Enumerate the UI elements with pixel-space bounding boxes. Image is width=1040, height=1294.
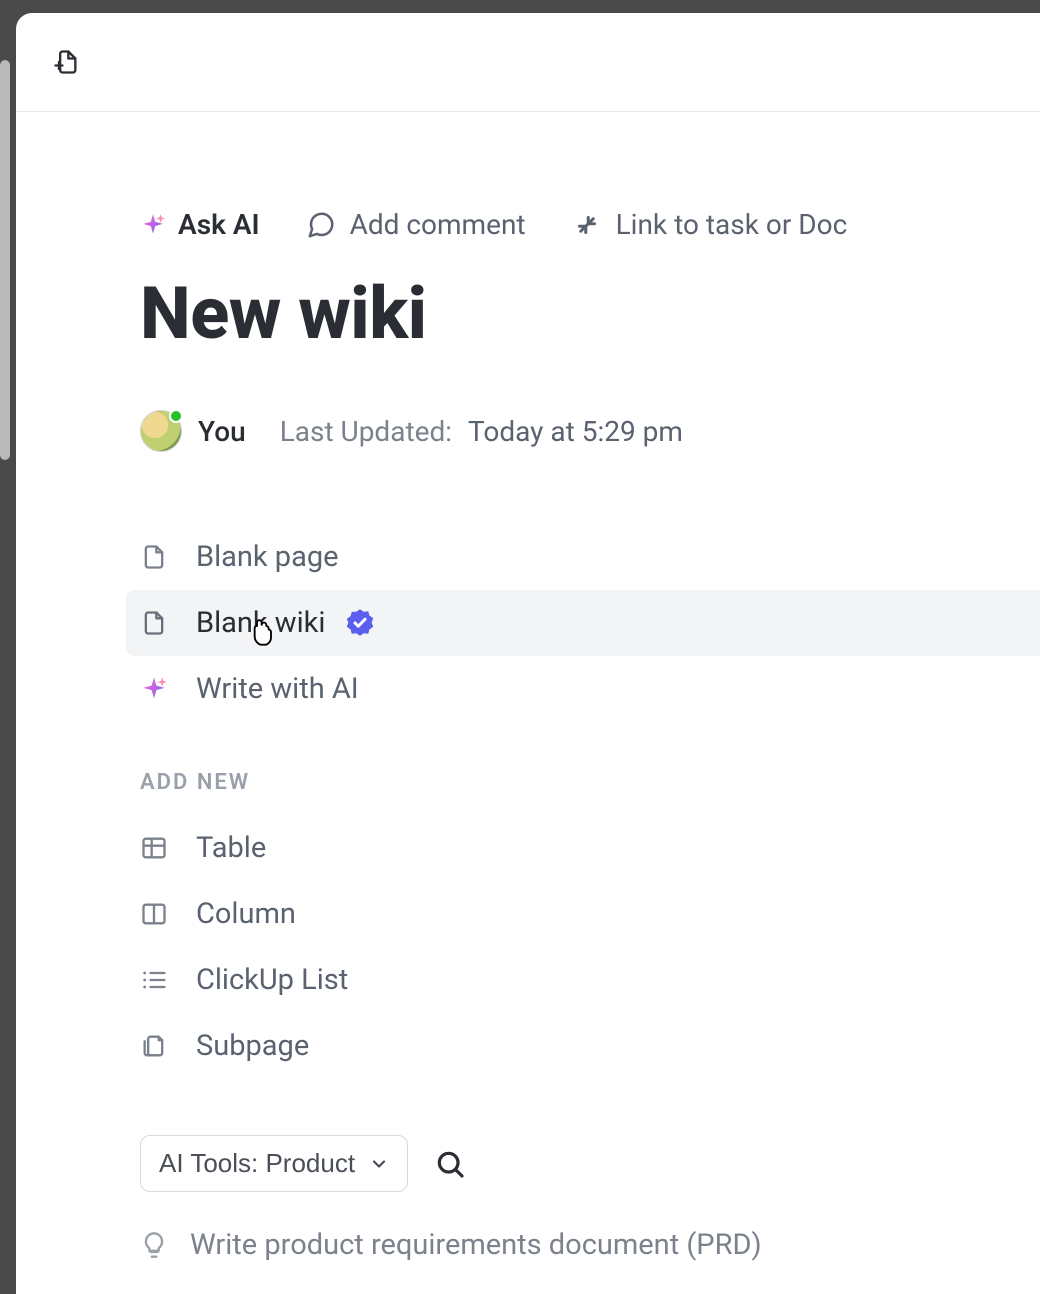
link-arrows-icon [572,210,602,240]
option-blank-page[interactable]: Blank page [140,524,1040,590]
option-write-ai[interactable]: Write with AI [140,656,1040,722]
column-icon [140,900,168,928]
doc-modal: Ask AI Add comment [16,13,1040,1294]
verified-badge-icon [345,608,375,638]
add-new-label: Column [196,897,296,931]
new-doc-icon[interactable] [52,48,80,76]
presence-indicator [169,409,183,423]
search-button[interactable] [434,1148,466,1180]
link-label: Link to task or Doc [616,208,848,241]
subpage-icon [140,1032,168,1060]
action-row: Ask AI Add comment [140,208,1040,241]
avatar[interactable] [140,410,182,452]
option-label: Blank wiki [196,606,325,640]
table-icon [140,834,168,862]
sparkle-icon [140,675,168,703]
updated-value: Today at 5:29 pm [468,415,683,448]
author-name[interactable]: You [198,415,246,448]
ask-ai-button[interactable]: Ask AI [140,208,260,241]
page-icon [140,543,168,571]
template-options: Blank page Blank wiki [140,524,1040,722]
add-new-label: Subpage [196,1029,309,1063]
topbar [16,13,1040,112]
page-icon [140,609,168,637]
add-new-heading: ADD NEW [140,770,1040,795]
add-new-label: ClickUp List [196,963,348,997]
lightbulb-icon [140,1231,168,1259]
add-clickup-list[interactable]: ClickUp List [140,947,1040,1013]
ai-suggestion-label: Write product requirements document (PRD… [190,1228,762,1262]
add-new-list: Table Column [140,815,1040,1079]
add-comment-label: Add comment [350,208,526,241]
ai-tools-row: AI Tools: Product [140,1135,1040,1192]
add-comment-button[interactable]: Add comment [306,208,526,241]
ai-tools-label: AI Tools: Product [159,1148,355,1179]
chevron-down-icon [369,1154,389,1174]
link-button[interactable]: Link to task or Doc [572,208,848,241]
ai-tools-dropdown[interactable]: AI Tools: Product [140,1135,408,1192]
ai-suggestion-prd[interactable]: Write product requirements document (PRD… [140,1228,1040,1262]
add-subpage[interactable]: Subpage [140,1013,1040,1079]
list-icon [140,966,168,994]
page-title[interactable]: New wiki [140,271,1040,356]
sparkle-icon [140,212,166,238]
add-table[interactable]: Table [140,815,1040,881]
comment-icon [306,210,336,240]
option-label: Write with AI [196,672,359,706]
meta-row: You Last Updated: Today at 5:29 pm [140,410,1040,452]
updated-label: Last Updated: [280,415,452,448]
add-column[interactable]: Column [140,881,1040,947]
option-label: Blank page [196,540,339,574]
add-new-label: Table [196,831,266,865]
ask-ai-label: Ask AI [178,208,260,241]
option-blank-wiki[interactable]: Blank wiki [126,590,1040,656]
